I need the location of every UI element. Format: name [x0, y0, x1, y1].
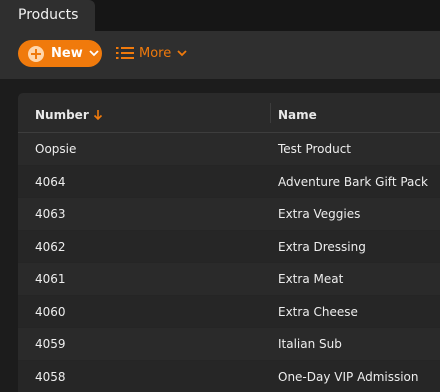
tab-label: Products — [18, 7, 79, 23]
cell-number: 4062 — [35, 239, 66, 254]
table-row[interactable]: Oopsie Test Product — [18, 133, 440, 166]
arrow-down-icon — [93, 110, 102, 121]
cell-number: 4064 — [35, 174, 66, 189]
more-button[interactable]: More — [116, 42, 187, 64]
plus-circle-icon — [28, 45, 44, 62]
chevron-down-icon — [177, 49, 187, 56]
chevron-down-icon — [89, 50, 99, 57]
list-icon — [116, 47, 134, 59]
cell-name: Extra Dressing — [278, 239, 366, 254]
cell-name: Extra Meat — [278, 272, 344, 286]
cell-number: 4059 — [35, 337, 66, 351]
table-row[interactable]: 4064 Adventure Bark Gift Pack — [18, 165, 440, 198]
cell-number: 4063 — [35, 207, 66, 221]
cell-number: 4058 — [35, 369, 66, 384]
more-button-label: More — [139, 45, 172, 61]
products-table: Number Name Oopsie Test Product 4064 Adv… — [18, 93, 440, 392]
cell-name: One-Day VIP Admission — [278, 369, 419, 384]
cell-name: Extra Cheese — [278, 304, 358, 319]
cell-name: Extra Veggies — [278, 207, 361, 221]
new-button-label: New — [51, 46, 83, 61]
table-row[interactable]: 4059 Italian Sub — [18, 328, 440, 361]
cell-number: 4060 — [35, 304, 66, 319]
table-row[interactable]: 4062 Extra Dressing — [18, 230, 440, 263]
cell-name: Adventure Bark Gift Pack — [278, 174, 428, 189]
cell-name: Italian Sub — [278, 337, 342, 351]
column-header-number[interactable]: Number — [35, 108, 103, 122]
column-header-label: Number — [35, 108, 89, 122]
toolbar: New More — [0, 31, 440, 79]
cell-name: Test Product — [278, 142, 352, 156]
tab-products[interactable]: Products — [0, 0, 95, 31]
new-button[interactable]: New — [18, 40, 102, 67]
cell-number: 4061 — [35, 272, 66, 286]
column-divider[interactable] — [270, 103, 271, 123]
column-header-name[interactable]: Name — [278, 108, 317, 122]
table-header: Number Name — [18, 93, 440, 133]
table-row[interactable]: 4060 Extra Cheese — [18, 295, 440, 328]
tab-bar: Products — [0, 0, 440, 31]
table-body: Oopsie Test Product 4064 Adventure Bark … — [18, 133, 440, 392]
column-header-label: Name — [278, 108, 317, 122]
table-row[interactable]: 4061 Extra Meat — [18, 263, 440, 296]
table-row[interactable]: 4063 Extra Veggies — [18, 198, 440, 231]
table-row[interactable]: 4058 One-Day VIP Admission — [18, 360, 440, 392]
cell-number: Oopsie — [35, 142, 77, 156]
